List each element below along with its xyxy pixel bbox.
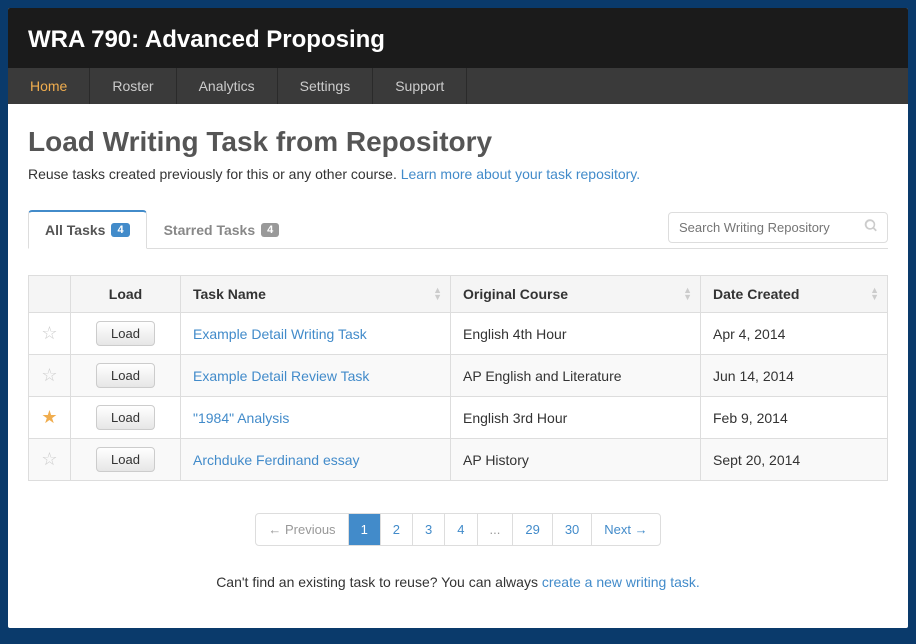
sort-icon: ▲▼ [870, 287, 879, 301]
page-3[interactable]: 3 [413, 514, 445, 545]
footer-text: Can't find an existing task to reuse? Yo… [28, 574, 888, 590]
col-date[interactable]: Date Created▲▼ [701, 276, 888, 313]
page-1[interactable]: 1 [349, 514, 381, 545]
col-star [29, 276, 71, 313]
page-title: Load Writing Task from Repository [28, 126, 888, 158]
page-2[interactable]: 2 [381, 514, 413, 545]
table-row: ★ Load "1984" Analysis English 3rd HourFeb … [29, 397, 888, 439]
col-course[interactable]: Original Course▲▼ [451, 276, 701, 313]
learn-more-link[interactable]: Learn more about your task repository. [401, 166, 640, 182]
page-4[interactable]: 4 [445, 514, 477, 545]
table-row: ☆ Load Example Detail Review Task AP Englis… [29, 355, 888, 397]
search-icon [864, 219, 878, 236]
create-task-link[interactable]: create a new writing task. [542, 574, 700, 590]
nav-settings[interactable]: Settings [278, 68, 374, 104]
date-cell: Feb 9, 2014 [701, 397, 888, 439]
nav-analytics[interactable]: Analytics [177, 68, 278, 104]
date-cell: Jun 14, 2014 [701, 355, 888, 397]
course-cell: English 3rd Hour [451, 397, 701, 439]
course-cell: English 4th Hour [451, 313, 701, 355]
sort-icon: ▲▼ [683, 287, 692, 301]
pagination: ← Previous1234...2930Next → [28, 513, 888, 546]
nav-home[interactable]: Home [8, 68, 90, 104]
table-row: ☆ Load Example Detail Writing Task English … [29, 313, 888, 355]
page-prev[interactable]: ← Previous [256, 514, 348, 545]
page-subtitle: Reuse tasks created previously for this … [28, 166, 888, 182]
task-name-link[interactable]: Example Detail Review Task [193, 368, 369, 384]
course-cell: AP History [451, 439, 701, 481]
star-toggle[interactable]: ☆ [29, 439, 71, 481]
task-name-link[interactable]: Archduke Ferdinand essay [193, 452, 360, 468]
load-button[interactable]: Load [96, 447, 155, 472]
table-row: ☆ Load Archduke Ferdinand essay AP HistoryS… [29, 439, 888, 481]
task-name-link[interactable]: "1984" Analysis [193, 410, 289, 426]
sort-icon: ▲▼ [433, 287, 442, 301]
load-button[interactable]: Load [96, 363, 155, 388]
star-toggle[interactable]: ★ [29, 397, 71, 439]
task-name-link[interactable]: Example Detail Writing Task [193, 326, 367, 342]
header: WRA 790: Advanced Proposing [8, 8, 908, 68]
tasks-table: Load Task Name▲▼ Original Course▲▼ Date … [28, 275, 888, 481]
course-title: WRA 790: Advanced Proposing [28, 26, 888, 54]
col-name[interactable]: Task Name▲▼ [181, 276, 451, 313]
star-toggle[interactable]: ☆ [29, 355, 71, 397]
course-cell: AP English and Literature [451, 355, 701, 397]
load-button[interactable]: Load [96, 405, 155, 430]
nav-roster[interactable]: Roster [90, 68, 176, 104]
date-cell: Apr 4, 2014 [701, 313, 888, 355]
load-button[interactable]: Load [96, 321, 155, 346]
col-load: Load [71, 276, 181, 313]
date-cell: Sept 20, 2014 [701, 439, 888, 481]
main-nav: Home Roster Analytics Settings Support [8, 68, 908, 104]
tab-starred-tasks[interactable]: Starred Tasks 4 [147, 210, 297, 249]
all-tasks-count: 4 [111, 223, 129, 237]
tab-all-tasks[interactable]: All Tasks 4 [28, 210, 147, 249]
page-30[interactable]: 30 [553, 514, 592, 545]
nav-support[interactable]: Support [373, 68, 467, 104]
starred-tasks-count: 4 [261, 223, 279, 237]
page-...: ... [478, 514, 514, 545]
search-input[interactable] [668, 212, 888, 243]
page-29[interactable]: 29 [513, 514, 552, 545]
star-toggle[interactable]: ☆ [29, 313, 71, 355]
page-next[interactable]: Next → [592, 514, 659, 545]
